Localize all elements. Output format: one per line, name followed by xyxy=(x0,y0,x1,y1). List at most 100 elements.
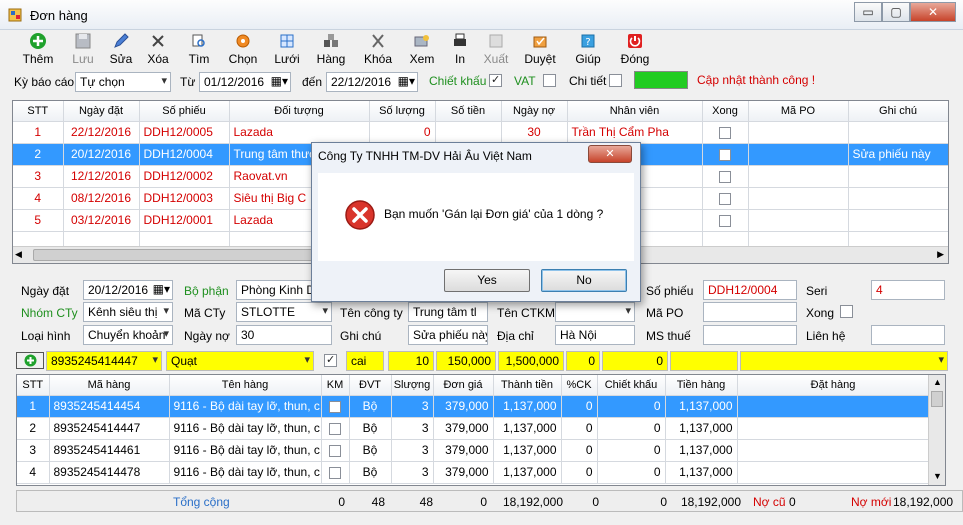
tax-input[interactable] xyxy=(703,325,797,345)
order-done-cell[interactable] xyxy=(702,209,749,232)
detail-checkbox[interactable] xyxy=(609,74,622,87)
item-cell-unit[interactable]: Bộ xyxy=(349,439,392,462)
calendar-icon[interactable]: ▦▾ xyxy=(271,74,288,88)
order-cell-date[interactable]: 22/12/2016 xyxy=(63,121,140,144)
no-button[interactable]: No xyxy=(541,269,627,292)
item-cell-ck[interactable]: 0 xyxy=(561,417,598,440)
toolbar-button-delete[interactable]: Xóa xyxy=(136,32,180,68)
type-select[interactable]: Chuyển khoản xyxy=(83,325,173,345)
item-cell-amount[interactable]: 1,137,000 xyxy=(665,461,738,484)
order-po-cell[interactable] xyxy=(748,121,849,144)
order-cell-qty[interactable]: 0 xyxy=(369,121,436,144)
order-cell-debt_days[interactable]: 30 xyxy=(501,121,568,144)
vertical-scrollbar[interactable]: ▲ ▼ xyxy=(928,375,945,485)
unit-input[interactable]: cai xyxy=(346,351,384,371)
order-cell-stt[interactable]: 3 xyxy=(13,165,64,188)
order-cell-note[interactable]: Sửa phiếu này xyxy=(848,143,948,166)
items-col-header[interactable]: Đơn giá xyxy=(433,375,494,396)
item-row[interactable]: 2 8935245414447 9116 - Bộ dài tay lỡ, thun… xyxy=(17,417,930,440)
item-cell-price[interactable]: 379,000 xyxy=(433,439,494,462)
scrollbar-thumb[interactable] xyxy=(931,391,943,407)
item-order-cell[interactable] xyxy=(737,395,930,418)
group-select[interactable]: Kênh siêu thị xyxy=(83,302,173,322)
yes-button[interactable]: Yes xyxy=(444,269,530,292)
order-cell-stt[interactable]: 1 xyxy=(13,121,64,144)
order-done-checkbox[interactable] xyxy=(719,148,731,161)
items-col-header[interactable]: STT xyxy=(17,375,50,396)
order-cell-code[interactable]: DDH12/0003 xyxy=(139,187,230,210)
item-cell-ck[interactable]: 0 xyxy=(561,439,598,462)
scroll-right-icon[interactable]: ▶ xyxy=(937,249,944,260)
orders-col-header[interactable]: Số phiếu xyxy=(139,101,230,122)
toolbar-button-approve[interactable]: Duyệt xyxy=(518,32,562,68)
order-po-cell[interactable] xyxy=(748,143,849,166)
item-km-checkbox[interactable] xyxy=(329,444,341,457)
order-cell-date[interactable]: 12/12/2016 xyxy=(63,165,140,188)
order-cell-date[interactable]: 20/12/2016 xyxy=(63,143,140,166)
toolbar-button-grid[interactable]: Lưới xyxy=(265,32,309,68)
item-order-cell[interactable] xyxy=(737,439,930,462)
calendar-icon[interactable]: ▦▾ xyxy=(153,282,170,296)
order-done-checkbox[interactable] xyxy=(719,214,731,227)
serial-input[interactable]: 4 xyxy=(871,280,945,300)
order-cell-stt[interactable]: 5 xyxy=(13,209,64,232)
item-cell-qty[interactable]: 3 xyxy=(391,461,434,484)
items-col-header[interactable]: Chiết khấu xyxy=(597,375,666,396)
items-col-header[interactable]: Mã hàng xyxy=(49,375,170,396)
order-po-cell[interactable] xyxy=(748,165,849,188)
order-cell-note[interactable] xyxy=(848,187,948,210)
vat-checkbox[interactable] xyxy=(543,74,556,87)
item-cell-name[interactable]: 9116 - Bộ dài tay lỡ, thun, c... xyxy=(169,395,322,418)
item-km-cell[interactable] xyxy=(321,461,350,484)
item-cell-code[interactable]: 8935245414454 xyxy=(49,395,170,418)
orders-col-header[interactable]: Số tiền xyxy=(435,101,502,122)
items-grid[interactable]: STT Mã hàng Tên hàng KM ĐVT Slượng Đơn giá Thàn… xyxy=(16,374,946,486)
discount-checkbox[interactable] xyxy=(489,73,502,87)
item-row[interactable]: 3 8935245414461 9116 - Bộ dài tay lỡ, thun… xyxy=(17,439,930,462)
to-date-input[interactable]: 22/12/2016 ▦▾ xyxy=(326,72,418,92)
order-done-cell[interactable] xyxy=(702,143,749,166)
item-cell-amount[interactable]: 1,137,000 xyxy=(665,395,738,418)
contact-input[interactable] xyxy=(871,325,945,345)
item-cell-price[interactable]: 379,000 xyxy=(433,461,494,484)
item-cell-qty[interactable]: 3 xyxy=(391,417,434,440)
toolbar-button-help[interactable]: ? Giúp xyxy=(566,32,610,68)
order-cell-note[interactable] xyxy=(848,165,948,188)
period-select[interactable]: Tự chọn xyxy=(75,72,171,92)
toolbar-button-power[interactable]: Đóng xyxy=(613,32,657,68)
item-cell-stt[interactable]: 1 xyxy=(17,395,50,418)
done-checkbox[interactable] xyxy=(840,305,853,318)
toolbar-button-export[interactable]: Xuất xyxy=(474,32,518,68)
order-done-checkbox[interactable] xyxy=(719,170,731,183)
order-cell-stt[interactable]: 4 xyxy=(13,187,64,210)
item-km-cell[interactable] xyxy=(321,395,350,418)
order-cell-staff[interactable]: Trần Thị Cẩm Pha xyxy=(567,121,703,144)
promo-item-checkbox[interactable] xyxy=(324,353,337,367)
order-po-cell[interactable] xyxy=(748,187,849,210)
item-order-cell[interactable] xyxy=(737,461,930,484)
toolbar-button-add[interactable]: Thêm xyxy=(16,32,60,68)
items-col-header[interactable]: Tên hàng xyxy=(169,375,322,396)
item-cell-total[interactable]: 1,137,000 xyxy=(493,461,562,484)
order-done-cell[interactable] xyxy=(702,187,749,210)
debt-input[interactable]: 30 xyxy=(236,325,332,345)
order-cell-note[interactable] xyxy=(848,209,948,232)
order-done-checkbox[interactable] xyxy=(719,126,731,139)
item-cell-stt[interactable]: 3 xyxy=(17,439,50,462)
qty-input[interactable]: 10 xyxy=(388,351,434,371)
item-cell-unit[interactable]: Bộ xyxy=(349,461,392,484)
order-done-cell[interactable] xyxy=(702,121,749,144)
item-cell-discount[interactable]: 0 xyxy=(597,461,666,484)
item-cell-name[interactable]: 9116 - Bộ dài tay lỡ, thun, c... xyxy=(169,461,322,484)
order-cell-date[interactable]: 08/12/2016 xyxy=(63,187,140,210)
orders-col-header[interactable]: Ghi chú xyxy=(848,101,948,122)
items-col-header[interactable]: KM xyxy=(321,375,350,396)
item-cell-code[interactable]: 8935245414447 xyxy=(49,417,170,440)
orders-col-header[interactable]: Số lượng xyxy=(369,101,436,122)
voucher-input[interactable]: DDH12/0004 xyxy=(703,280,797,300)
order-done-cell[interactable] xyxy=(702,165,749,188)
orders-col-header[interactable]: Nhân viên xyxy=(567,101,703,122)
scroll-left-icon[interactable]: ◀ xyxy=(15,249,22,260)
items-col-header[interactable]: Thành tiền xyxy=(493,375,562,396)
orders-col-header[interactable]: Ngày nợ xyxy=(501,101,568,122)
